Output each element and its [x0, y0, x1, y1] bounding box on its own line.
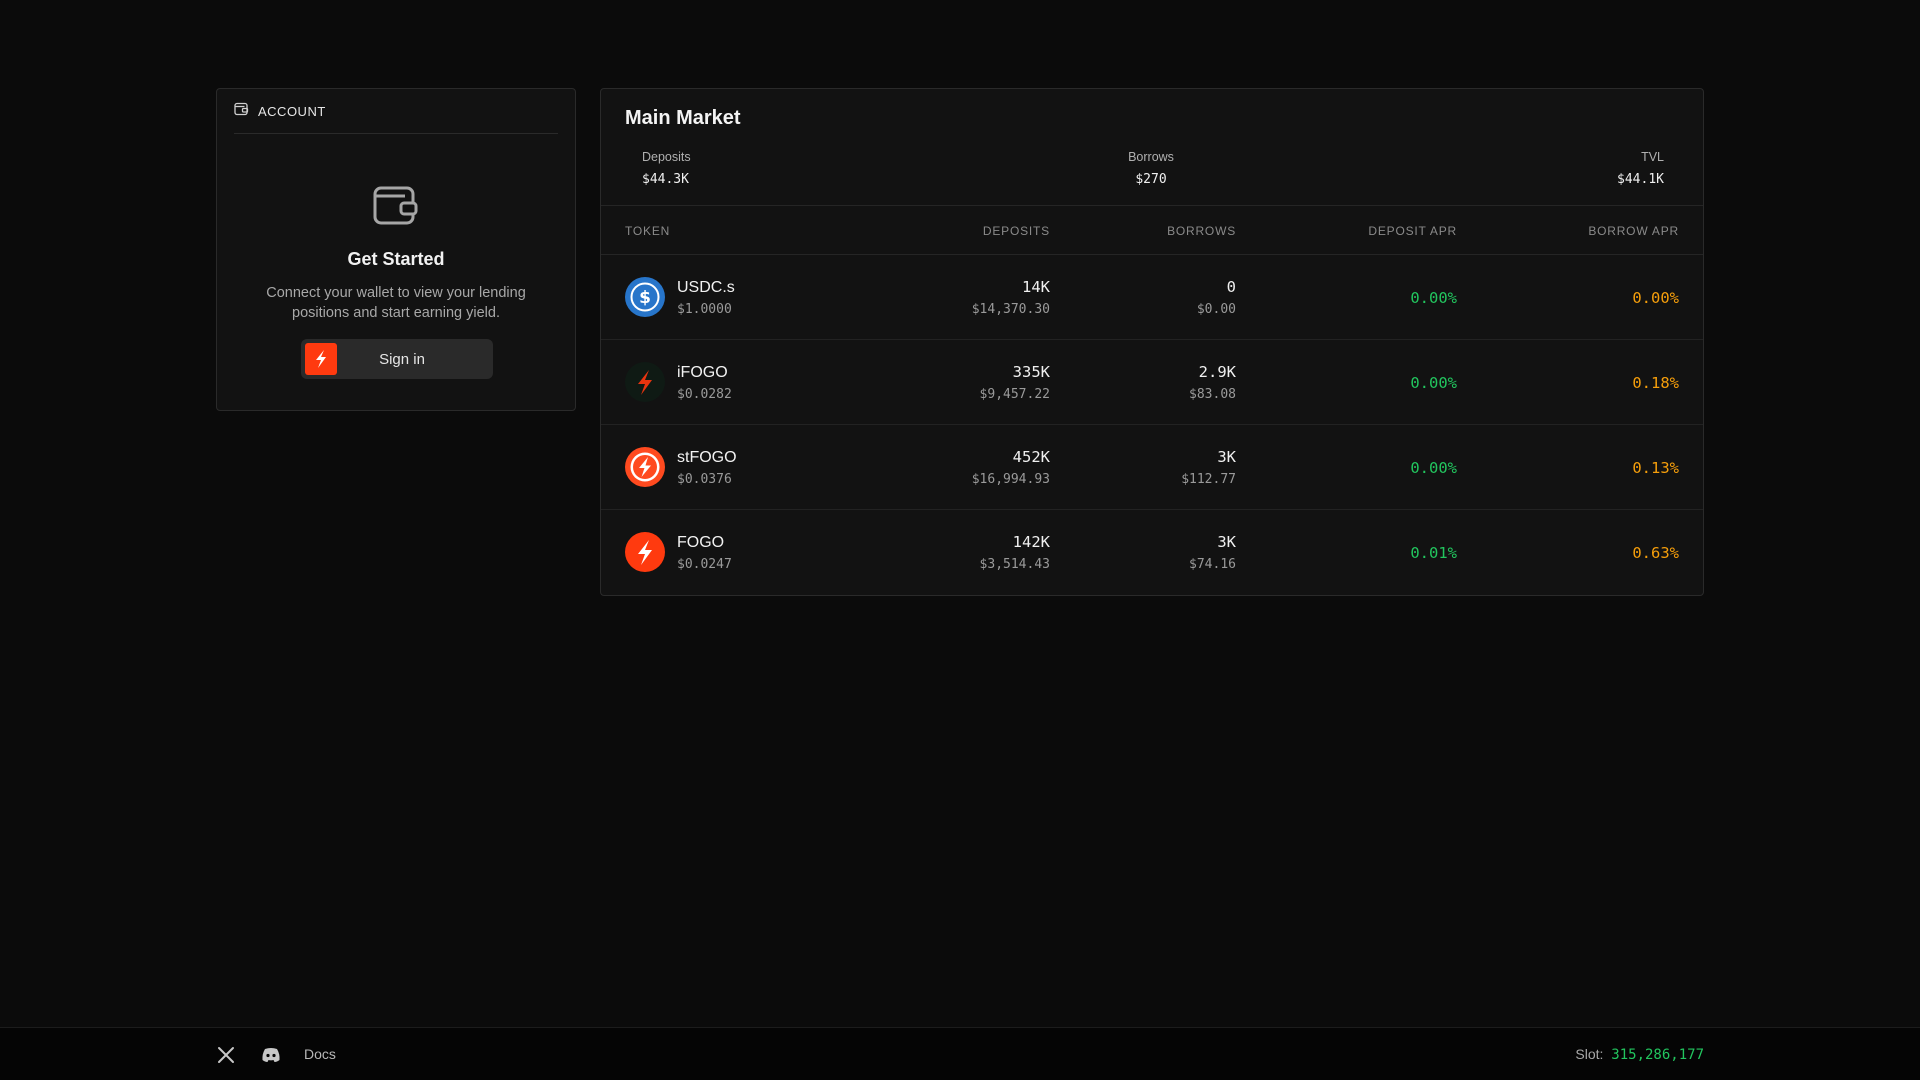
sign-in-label: Sign in — [379, 350, 425, 368]
borrow-apr: 0.63% — [1632, 544, 1679, 562]
borrows-usd: $0.00 — [1196, 302, 1236, 317]
token-name: iFOGO — [677, 364, 728, 381]
column-header-token[interactable]: TOKEN — [625, 224, 670, 238]
borrows-amount: 3K — [1217, 533, 1236, 551]
borrows-amount: 2.9K — [1198, 363, 1236, 381]
docs-link[interactable]: Docs — [304, 1046, 336, 1062]
market-title: Main Market — [625, 107, 741, 129]
deposit-apr: 0.00% — [1410, 289, 1457, 307]
deposits-amount: 142K — [1012, 533, 1050, 551]
slot-label: Slot: — [1575, 1046, 1604, 1062]
borrows-usd: $83.08 — [1189, 387, 1236, 402]
get-started-description: Connect your wallet to view your lending… — [266, 285, 526, 321]
ifogo-icon — [625, 362, 665, 402]
main-market-card: Main Market Deposits $44.3K Borrows $270… — [600, 88, 1704, 596]
x-twitter-icon[interactable] — [217, 1046, 235, 1064]
borrows-amount: 0 — [1226, 278, 1236, 296]
slot-value: 315,286,177 — [1611, 1047, 1704, 1063]
usdc-icon: $ — [625, 277, 665, 317]
token-name: FOGO — [677, 534, 725, 551]
deposits-usd: $9,457.22 — [979, 387, 1050, 402]
stat-borrows-label: Borrows — [1128, 150, 1174, 164]
column-header-deposits[interactable]: DEPOSITS — [983, 224, 1050, 238]
borrow-apr: 0.13% — [1632, 459, 1679, 477]
column-header-borrow-apr[interactable]: BORROW APR — [1588, 224, 1679, 238]
stat-borrows: Borrows $270 — [1089, 150, 1213, 187]
wallet-icon — [234, 102, 249, 121]
discord-icon[interactable] — [261, 1046, 281, 1064]
borrow-apr: 0.00% — [1632, 289, 1679, 307]
borrows-usd: $74.16 — [1189, 557, 1236, 572]
get-started-title: Get Started — [347, 249, 445, 269]
account-card: ACCOUNT Get Started Connect your wallet … — [216, 88, 576, 411]
account-header: ACCOUNT — [234, 89, 558, 134]
deposits-amount: 335K — [1012, 363, 1050, 381]
token-price: $0.0376 — [677, 472, 732, 487]
deposits-usd: $16,994.93 — [971, 472, 1050, 487]
deposits-usd: $3,514.43 — [979, 557, 1050, 572]
fogo-logo-icon — [305, 343, 337, 375]
footer: Docs Slot: 315,286,177 — [0, 1027, 1920, 1080]
svg-text:$: $ — [639, 288, 651, 308]
column-header-deposit-apr[interactable]: DEPOSIT APR — [1368, 224, 1457, 238]
stfogo-icon — [625, 447, 665, 487]
account-header-label: ACCOUNT — [258, 103, 326, 119]
table-row[interactable]: $ USDC.s $1.0000 14K $14,370.30 0 $0.00 … — [601, 255, 1703, 340]
table-row[interactable]: iFOGO $0.0282 335K $9,457.22 2.9K $83.08… — [601, 340, 1703, 425]
stat-tvl: TVL $44.1K — [1617, 150, 1664, 187]
stat-tvl-label: TVL — [1641, 150, 1664, 164]
deposit-apr: 0.00% — [1410, 459, 1457, 477]
wallet-icon — [373, 184, 419, 226]
stat-deposits-label: Deposits — [642, 150, 691, 164]
fogo-icon — [625, 532, 665, 572]
stat-tvl-value: $44.1K — [1617, 172, 1664, 187]
table-row[interactable]: stFOGO $0.0376 452K $16,994.93 3K $112.7… — [601, 425, 1703, 510]
sign-in-button[interactable]: Sign in — [301, 339, 493, 379]
deposit-apr: 0.00% — [1410, 374, 1457, 392]
token-price: $0.0282 — [677, 387, 732, 402]
borrow-apr: 0.18% — [1632, 374, 1679, 392]
slot-indicator: Slot: 315,286,177 — [1575, 1046, 1704, 1063]
borrows-usd: $112.77 — [1181, 472, 1236, 487]
stat-deposits: Deposits $44.3K — [642, 150, 691, 187]
deposit-apr: 0.01% — [1410, 544, 1457, 562]
deposits-usd: $14,370.30 — [971, 302, 1050, 317]
token-name: stFOGO — [677, 449, 737, 466]
stat-borrows-value: $270 — [1135, 172, 1167, 187]
token-name: USDC.s — [677, 279, 735, 296]
table-row[interactable]: FOGO $0.0247 142K $3,514.43 3K $74.16 0.… — [601, 510, 1703, 595]
table-header: TOKEN DEPOSITS BORROWS DEPOSIT APR BORRO… — [601, 205, 1703, 255]
stat-deposits-value: $44.3K — [642, 172, 689, 187]
token-price: $1.0000 — [677, 302, 732, 317]
deposits-amount: 452K — [1012, 448, 1050, 466]
token-price: $0.0247 — [677, 557, 732, 572]
deposits-amount: 14K — [1022, 278, 1050, 296]
column-header-borrows[interactable]: BORROWS — [1167, 224, 1236, 238]
borrows-amount: 3K — [1217, 448, 1236, 466]
